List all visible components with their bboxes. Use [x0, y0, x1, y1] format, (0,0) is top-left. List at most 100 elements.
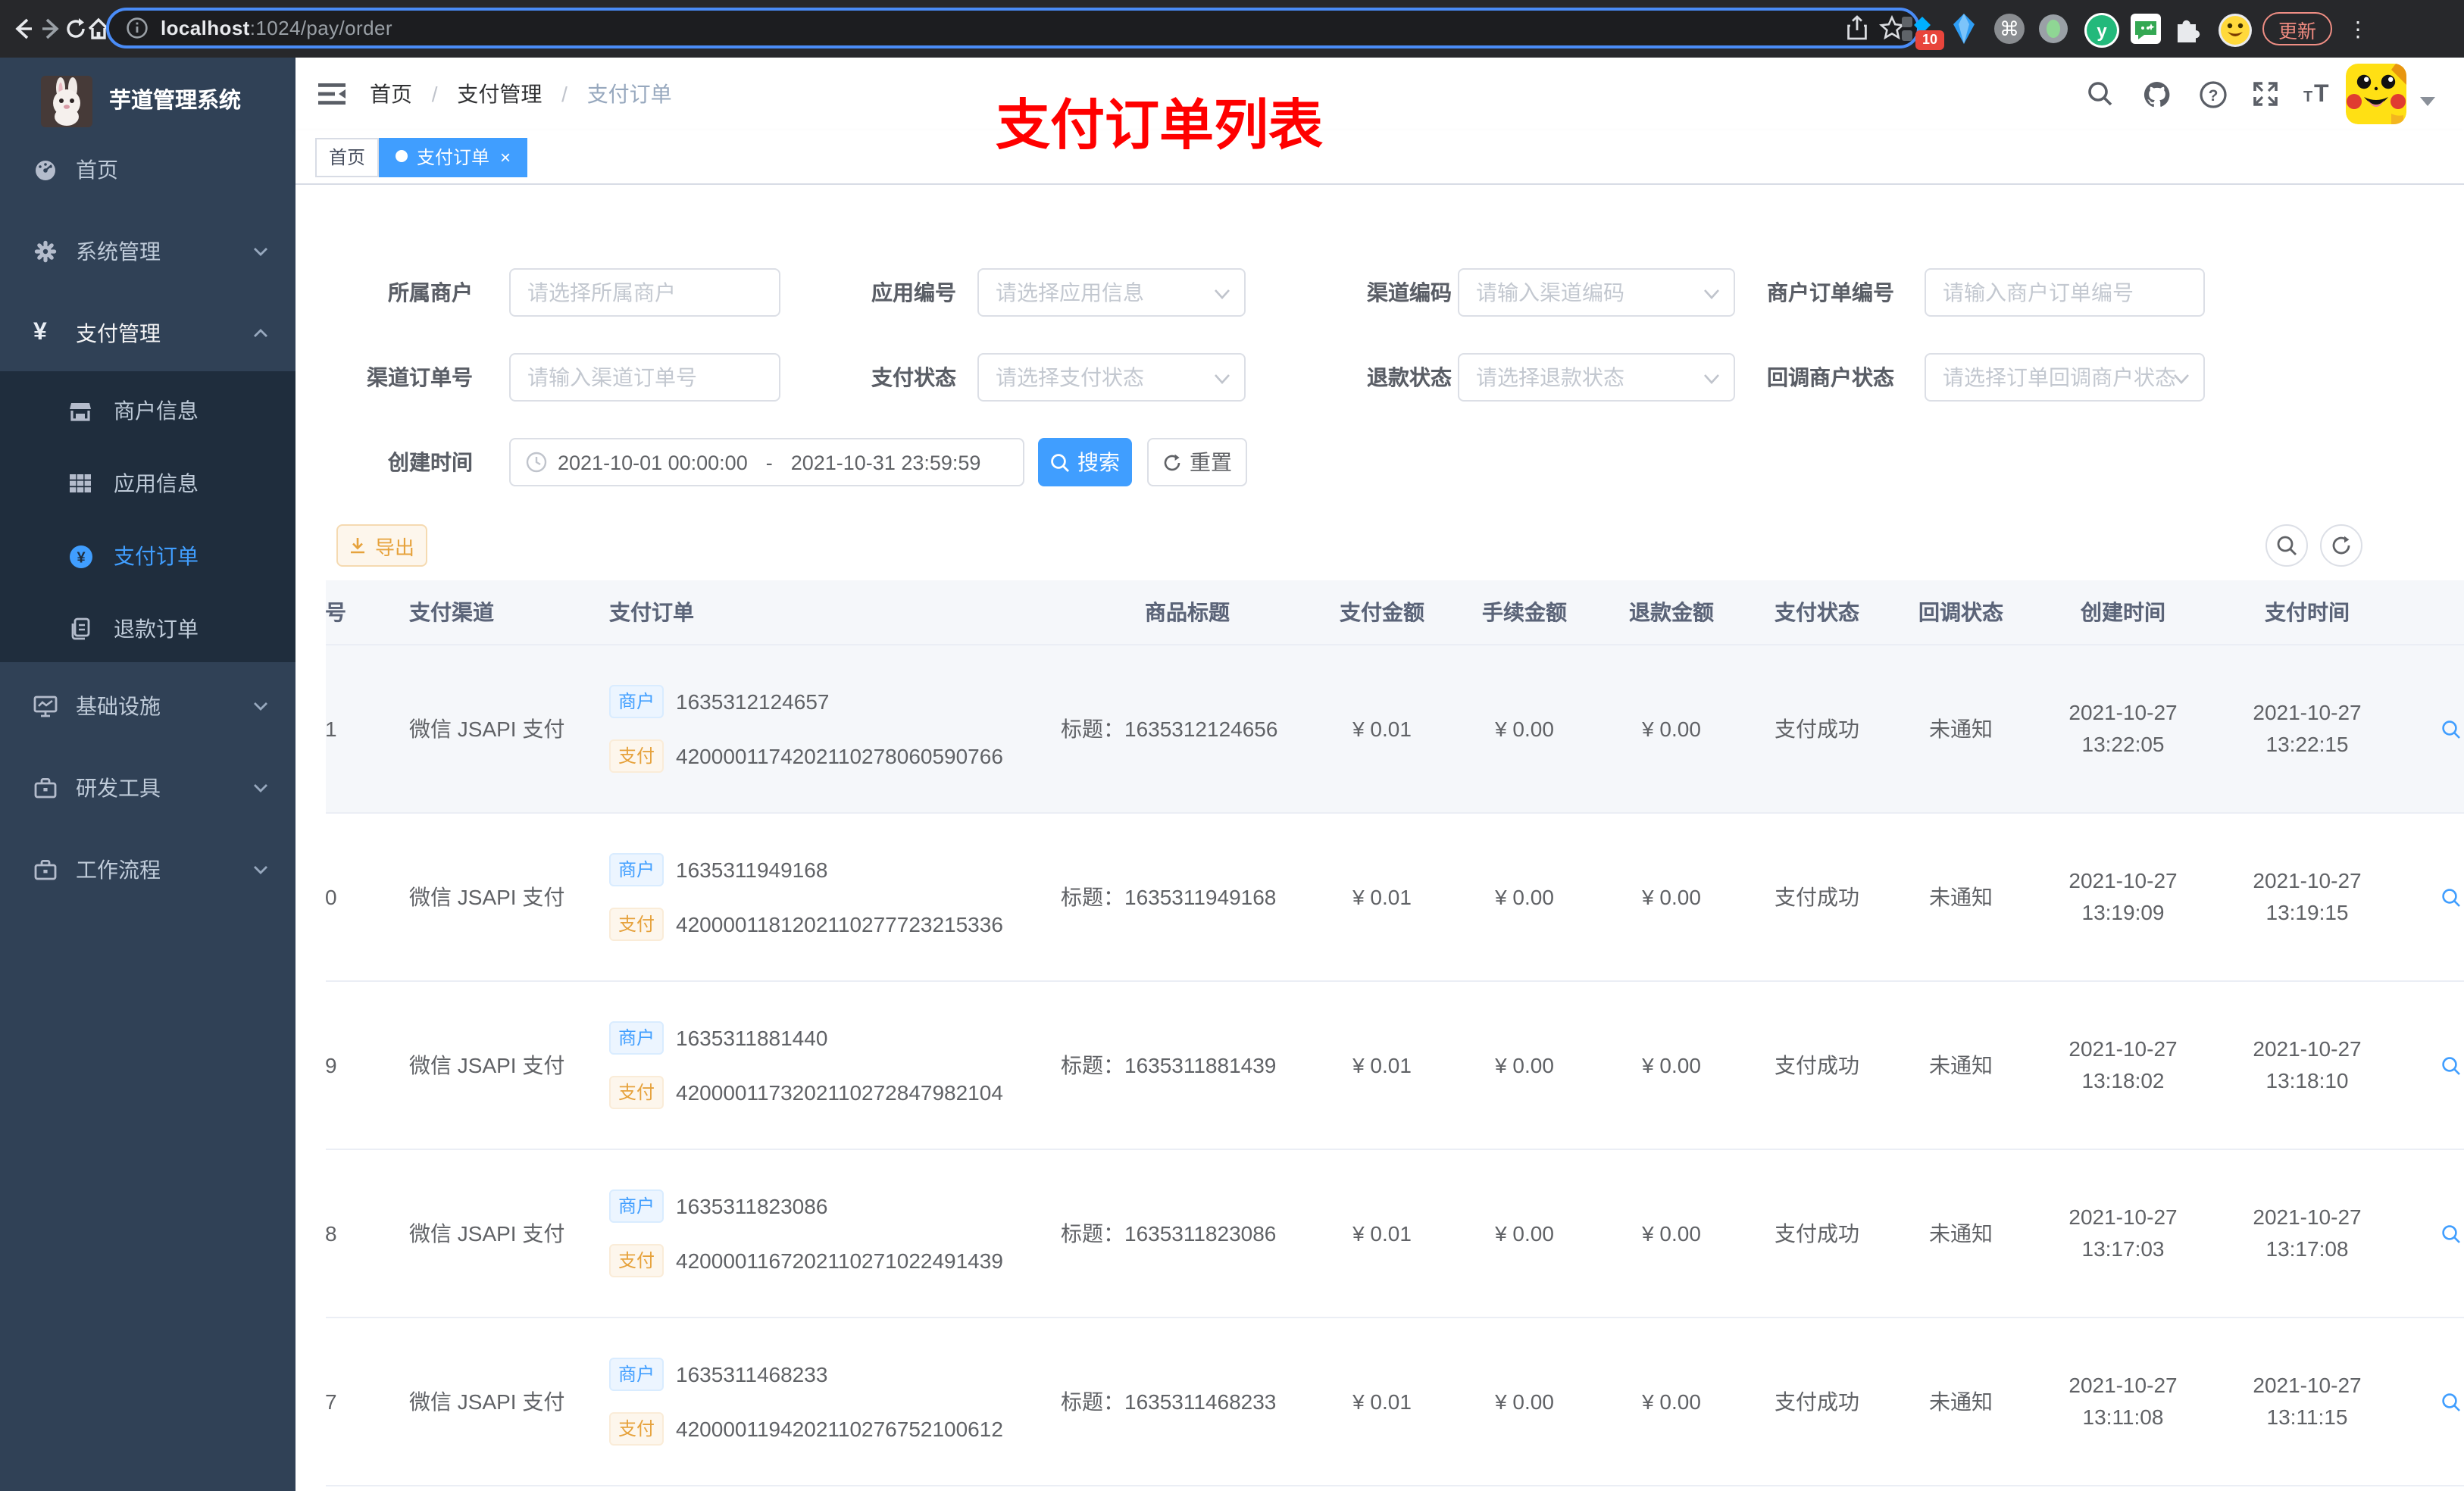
pay-tag: 支付 — [609, 908, 664, 941]
tag-home[interactable]: 首页 — [315, 138, 380, 177]
extension-grey-circle-icon[interactable] — [2037, 12, 2070, 45]
top-navbar: 首页 / 支付管理 / 支付订单 ? TT — [295, 58, 2464, 130]
filter-merchant-input[interactable] — [509, 268, 780, 317]
chevron-down-icon — [1214, 373, 1230, 385]
col-paid: 支付时间 — [2265, 600, 2350, 624]
filter-label-app: 应用编号 — [871, 280, 956, 305]
sidebar-item-payment[interactable]: ¥ 支付管理 — [0, 295, 295, 371]
filter-label-pay-status: 支付状态 — [871, 365, 956, 389]
filter-merchant-order-no-input[interactable] — [1925, 268, 2205, 317]
font-size-icon[interactable]: TT — [2300, 77, 2329, 107]
col-created: 创建时间 — [2081, 600, 2165, 624]
chevron-down-icon — [1703, 288, 1720, 300]
toolbox-icon — [33, 776, 58, 800]
filter-refund-status-select[interactable] — [1458, 353, 1735, 402]
date-start[interactable]: 2021-10-01 00:00:00 — [558, 451, 748, 474]
date-end[interactable]: 2021-10-31 23:59:59 — [791, 451, 981, 474]
merchant-tag: 商户 — [609, 853, 664, 886]
filter-app-select[interactable] — [977, 268, 1246, 317]
table-row[interactable]: 19 微信 JSAPI 支付 商户1635311881440 支付4200001… — [326, 982, 2464, 1150]
fullscreen-icon[interactable] — [2252, 80, 2279, 108]
table-row[interactable]: 20 微信 JSAPI 支付 商户1635311949168 支付4200001… — [326, 814, 2464, 982]
sidebar-item-pay-order[interactable]: ¥ 支付订单 — [0, 520, 295, 592]
sidebar-item-workflow[interactable]: 工作流程 — [0, 832, 295, 908]
github-icon[interactable] — [2143, 80, 2170, 108]
sidebar-collapse-icon[interactable] — [317, 79, 347, 109]
table-search-toggle-button[interactable] — [2265, 524, 2308, 567]
sidebar-item-system[interactable]: 系统管理 — [0, 214, 295, 289]
svg-text:?: ? — [2209, 87, 2219, 105]
sidebar-item-infrastructure[interactable]: 基础设施 — [0, 668, 295, 744]
reset-button[interactable]: 重置 — [1147, 438, 1247, 486]
view-detail-link[interactable]: 查看详情 — [2441, 714, 2464, 744]
yen-circle-icon: ¥ — [68, 544, 92, 568]
sidebar-item-dev-tools[interactable]: 研发工具 — [0, 750, 295, 826]
extensions-puzzle-icon[interactable] — [2172, 12, 2205, 45]
header-search-icon[interactable] — [2087, 80, 2114, 108]
filter-date-range[interactable]: 2021-10-01 00:00:00 - 2021-10-31 23:59:5… — [509, 438, 1024, 486]
filter-notify-status-select[interactable] — [1925, 353, 2205, 402]
col-fee: 手续金额 — [1482, 600, 1567, 624]
chevron-down-icon — [1214, 288, 1230, 300]
share-icon[interactable] — [1846, 15, 1868, 41]
sidebar-item-refund-order[interactable]: 退款订单 — [0, 592, 295, 665]
sidebar-item-home[interactable]: 首页 — [0, 132, 295, 208]
chevron-up-icon — [253, 327, 268, 339]
svg-text:⌘: ⌘ — [2000, 18, 2019, 41]
table-row[interactable]: 18 微信 JSAPI 支付 商户1635311823086 支付4200001… — [326, 1150, 2464, 1318]
sidebar-item-merchant-info[interactable]: 商户信息 — [0, 374, 295, 447]
filter-channel-code-select[interactable] — [1458, 268, 1735, 317]
filter-channel-order-no-input[interactable] — [509, 353, 780, 402]
view-detail-link[interactable]: 查看详情 — [2441, 1050, 2464, 1080]
view-detail-link[interactable]: 查看详情 — [2441, 1386, 2464, 1417]
col-title: 商品标题 — [1145, 600, 1230, 624]
table-refresh-button[interactable] — [2320, 524, 2362, 567]
address-bar[interactable]: localhost:1024/pay/order — [106, 8, 1920, 48]
briefcase-icon — [33, 858, 58, 882]
site-info-icon[interactable] — [126, 17, 149, 39]
breadcrumb-payment[interactable]: 支付管理 — [457, 82, 542, 106]
sidebar-item-app-info[interactable]: 应用信息 — [0, 447, 295, 520]
extension-gem-icon[interactable] — [1949, 12, 1982, 45]
col-pay-order: 支付订单 — [609, 600, 694, 624]
merchant-tag: 商户 — [609, 685, 664, 718]
search-button[interactable]: 搜索 — [1038, 438, 1132, 486]
browser-menu-kebab-icon[interactable]: ⋮ — [2347, 12, 2369, 45]
chevron-down-icon — [253, 782, 268, 794]
url-text: localhost:1024/pay/order — [161, 17, 392, 39]
browser-back-icon[interactable] — [12, 17, 36, 41]
filter-label-channel-code: 渠道编码 — [1367, 280, 1452, 305]
chevron-down-icon — [253, 700, 268, 712]
merchant-order-no: 1635311949168 — [676, 858, 828, 882]
browser-update-button[interactable]: 更新 — [2262, 12, 2332, 45]
table-row[interactable]: 21 微信 JSAPI 支付 商户1635312124657 支付4200001… — [326, 645, 2464, 814]
col-notify-status: 回调状态 — [1918, 600, 2003, 624]
tag-pay-order[interactable]: 支付订单 × — [379, 138, 528, 177]
breadcrumb-home[interactable]: 首页 — [370, 82, 412, 106]
date-separator: - — [765, 451, 773, 474]
extension-vue-devtools-icon[interactable]: y — [2084, 12, 2119, 48]
profile-emoji-avatar[interactable] — [2217, 12, 2252, 47]
col-pay-status: 支付状态 — [1775, 600, 1859, 624]
browser-reload-icon[interactable] — [64, 17, 88, 41]
extension-chat-icon[interactable] — [2129, 12, 2162, 45]
table-row[interactable]: 17 微信 JSAPI 支付 商户1635311468233 支付4200001… — [326, 1318, 2464, 1486]
breadcrumb-pay-order: 支付订单 — [586, 82, 672, 106]
grid-icon — [68, 471, 92, 495]
filter-pay-status-select[interactable] — [977, 353, 1246, 402]
close-icon[interactable]: × — [500, 147, 511, 168]
filter-label-create-time: 创建时间 — [388, 450, 473, 474]
export-button[interactable]: 导出 — [336, 524, 427, 567]
avatar-dropdown-caret-icon[interactable] — [2420, 97, 2435, 106]
user-avatar-pikachu[interactable] — [2346, 64, 2406, 124]
help-icon[interactable]: ? — [2199, 80, 2227, 108]
channel-order-no: 4200001181202110277723215336 — [676, 912, 1003, 936]
extension-command-icon[interactable]: ⌘ — [1993, 12, 2026, 45]
view-detail-link[interactable]: 查看详情 — [2441, 882, 2464, 912]
view-detail-link[interactable]: 查看详情 — [2441, 1218, 2464, 1249]
browser-forward-icon[interactable] — [38, 17, 62, 41]
channel-order-no: 4200001173202110272847982104 — [676, 1080, 1003, 1105]
app-window: 芋道管理系统 首页 系统管理 ¥ 支付管理 商户信息 应用信息 ¥ 支付订单 退… — [0, 58, 2464, 1491]
pay-tag: 支付 — [609, 739, 664, 773]
table-row-partial[interactable]: 商户1635311354736 — [326, 1486, 2464, 1491]
